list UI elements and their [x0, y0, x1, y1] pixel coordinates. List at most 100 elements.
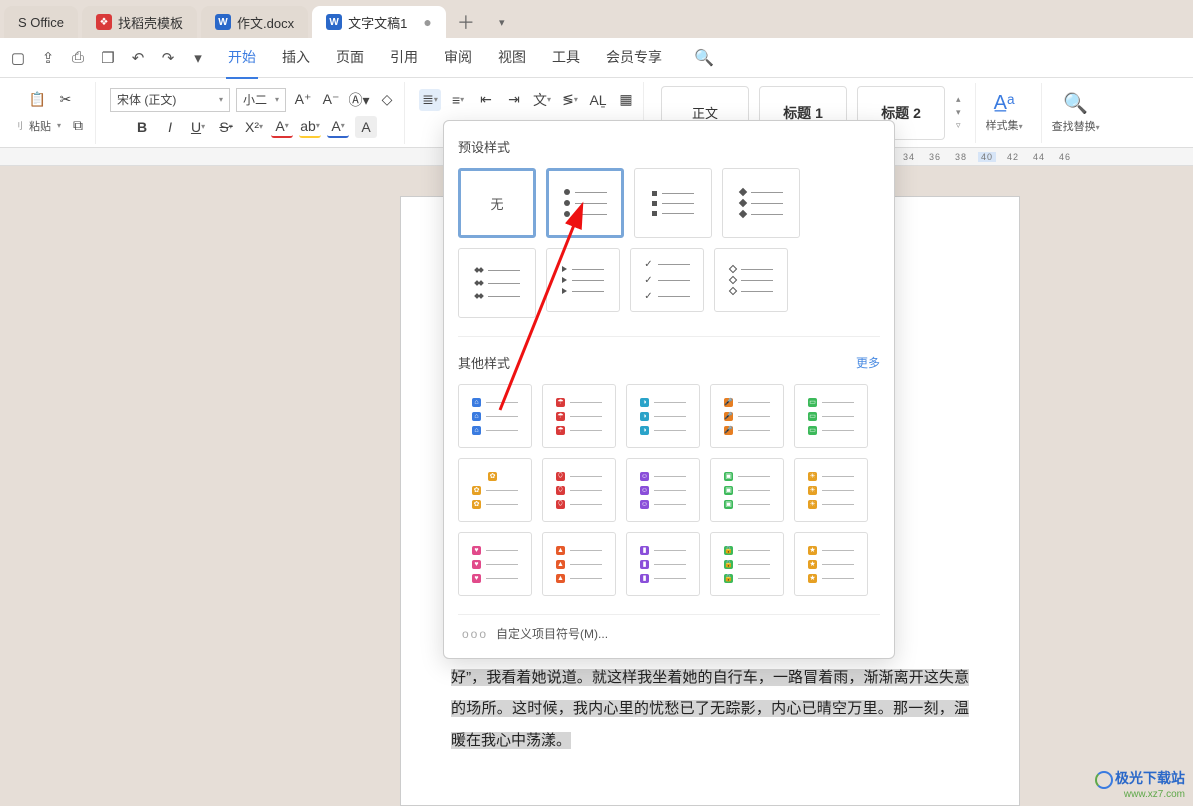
bullet-can[interactable]: ⬯⬯⬯	[542, 458, 616, 522]
menu-member[interactable]: 会员专享	[604, 37, 664, 79]
menu-tabs: 开始 插入 页面 引用 审阅 视图 工具 会员专享	[226, 37, 664, 79]
menu-insert[interactable]: 插入	[280, 37, 312, 79]
bullet-flame[interactable]: ▲▲▲	[542, 532, 616, 596]
preview-icon[interactable]: ❐	[98, 48, 118, 68]
tab-label: 作文.docx	[237, 13, 294, 32]
new-tab-button[interactable]: ＋	[450, 6, 482, 38]
highlight-icon[interactable]: ab▾	[299, 116, 321, 138]
tab-strip: S Office ❖找稻壳模板 W 作文.docx W文字文稿1● ＋ ▾	[0, 0, 1193, 38]
font-group: 宋体 (正文)▾ 小二▾ A⁺ A⁻ Ⓐ▾ ◇ B I U▾ S▾ X²▾ A▾…	[104, 82, 405, 144]
bullet-mic[interactable]: 🎤🎤🎤	[710, 384, 784, 448]
bullet-house[interactable]: ⌂⌂⌂	[458, 384, 532, 448]
find-icon: 🔍	[1063, 91, 1088, 116]
bullet-star[interactable]: ★★★	[794, 532, 868, 596]
more-icon[interactable]: ▾	[188, 48, 208, 68]
paste-label: 粘贴	[29, 118, 51, 134]
italic-icon[interactable]: I	[159, 116, 181, 138]
sort-icon[interactable]: ≶▾	[559, 89, 581, 111]
cut-icon[interactable]: ✂	[55, 89, 77, 111]
bullet-check[interactable]: ✓ ✓ ✓	[630, 248, 704, 312]
bullet-lock[interactable]: 🔒🔒🔒	[710, 532, 784, 596]
menu-view[interactable]: 视图	[496, 37, 528, 79]
ruler-tick: 38	[952, 152, 970, 162]
bullet-square[interactable]	[634, 168, 712, 238]
tab-menu-button[interactable]: ▾	[486, 6, 518, 38]
bullet-chat[interactable]: ▭▭▭	[794, 384, 868, 448]
text-effect-icon[interactable]: 文▾	[531, 89, 553, 111]
ruler-tick: 40	[978, 152, 996, 162]
char-shade-icon[interactable]: A	[355, 116, 377, 138]
divider	[458, 336, 880, 337]
bullet-fourdiamond[interactable]	[458, 248, 536, 318]
other-styles-title: 其他样式	[458, 353, 510, 372]
bullet-triangle[interactable]	[546, 248, 620, 312]
bullet-sun[interactable]: ☀☀☀	[794, 458, 868, 522]
style-sets-label: 样式集	[986, 120, 1019, 132]
text-run: 好”，我看着她说道。就这样我坐着她的自行车，一路冒着雨，渐渐离开这失意的场所。这…	[451, 669, 969, 749]
bullet-bookmark[interactable]: ▮▮▮	[626, 532, 700, 596]
bullet-list-icon[interactable]: ≣▾	[419, 89, 441, 111]
number-list-icon[interactable]: ≡▾	[447, 89, 469, 111]
watermark-logo-icon	[1095, 771, 1113, 789]
bullet-none[interactable]: 无	[458, 168, 536, 238]
bold-icon[interactable]: B	[131, 116, 153, 138]
bullet-open-diamond[interactable]	[714, 248, 788, 312]
style-sets-group[interactable]: A̲ᵃ 样式集▾	[975, 83, 1033, 143]
bullet-disc[interactable]	[546, 168, 624, 238]
bullet-tag[interactable]: ◑◑◑	[626, 384, 700, 448]
indent-dec-icon[interactable]: ⇤	[475, 89, 497, 111]
indent-inc-icon[interactable]: ⇥	[503, 89, 525, 111]
bullet-smile[interactable]: ☺☺☺	[626, 458, 700, 522]
tab-templates[interactable]: ❖找稻壳模板	[82, 6, 197, 38]
redo-icon[interactable]: ↷	[158, 48, 178, 68]
paste-icon[interactable]: 📋	[27, 89, 49, 111]
font-color-icon[interactable]: A▾	[327, 116, 349, 138]
more-link[interactable]: 更多	[856, 354, 880, 371]
print-icon[interactable]: ⎙	[68, 48, 88, 68]
font-name: 宋体 (正文)	[117, 91, 176, 108]
clear-format-icon[interactable]: ◇	[376, 89, 398, 111]
custom-bullet-label: 自定义项目符号(M)...	[496, 625, 608, 642]
word-icon: W	[215, 14, 231, 30]
find-replace-group[interactable]: 🔍 查找替换▾	[1041, 83, 1110, 143]
ruler-tick: 46	[1056, 152, 1074, 162]
tab-doc1[interactable]: W 作文.docx	[201, 6, 308, 38]
tab-label: 文字文稿1	[348, 13, 407, 32]
share-icon[interactable]: ⇪	[38, 48, 58, 68]
menu-page[interactable]: 页面	[334, 37, 366, 79]
save-icon[interactable]: ▢	[8, 48, 28, 68]
shrink-font-icon[interactable]: A⁻	[320, 89, 342, 111]
strike-icon[interactable]: S▾	[215, 116, 237, 138]
grow-font-icon[interactable]: A⁺	[292, 89, 314, 111]
ellipsis-icon: ooo	[462, 627, 488, 641]
case-icon[interactable]: Ⓐ▾	[348, 89, 370, 111]
find-label: 查找替换	[1052, 121, 1096, 133]
superscript-icon[interactable]: X²▾	[243, 116, 265, 138]
tab-office[interactable]: S Office	[4, 6, 78, 38]
menu-start[interactable]: 开始	[226, 37, 258, 79]
search-icon[interactable]: 🔍	[694, 48, 714, 68]
copy-icon[interactable]: ⧉	[67, 115, 89, 137]
border-icon[interactable]: ▦	[615, 89, 637, 111]
preset-styles-title: 预设样式	[458, 137, 880, 156]
menu-ref[interactable]: 引用	[388, 37, 420, 79]
pilcrow-icon[interactable]: AḺ	[587, 89, 609, 111]
bullet-umbrella[interactable]: ☂☂☂	[542, 384, 616, 448]
menu-review[interactable]: 审阅	[442, 37, 474, 79]
style-scroll[interactable]: ▴▾▿	[956, 94, 961, 131]
menu-tools[interactable]: 工具	[550, 37, 582, 79]
tab-doc2[interactable]: W文字文稿1●	[312, 6, 446, 38]
font-size-select[interactable]: 小二▾	[236, 88, 286, 112]
undo-icon[interactable]: ↶	[128, 48, 148, 68]
underline-icon[interactable]: U▾	[187, 116, 209, 138]
bullet-style-popup: 预设样式 无 ✓ ✓ ✓	[443, 120, 895, 659]
bullet-heart[interactable]: ♥♥♥	[458, 532, 532, 596]
font-name-select[interactable]: 宋体 (正文)▾	[110, 88, 230, 112]
quick-access-toolbar: ▢ ⇪ ⎙ ❐ ↶ ↷ ▾	[8, 48, 216, 68]
bullet-gear[interactable]: ✿✿✿	[458, 458, 532, 522]
bullet-diamond[interactable]	[722, 168, 800, 238]
watermark-title: 极光下载站	[1115, 770, 1185, 786]
bullet-camera[interactable]: ▣▣▣	[710, 458, 784, 522]
custom-bullet-button[interactable]: ooo 自定义项目符号(M)...	[458, 614, 880, 652]
font-color-a-icon[interactable]: A▾	[271, 116, 293, 138]
